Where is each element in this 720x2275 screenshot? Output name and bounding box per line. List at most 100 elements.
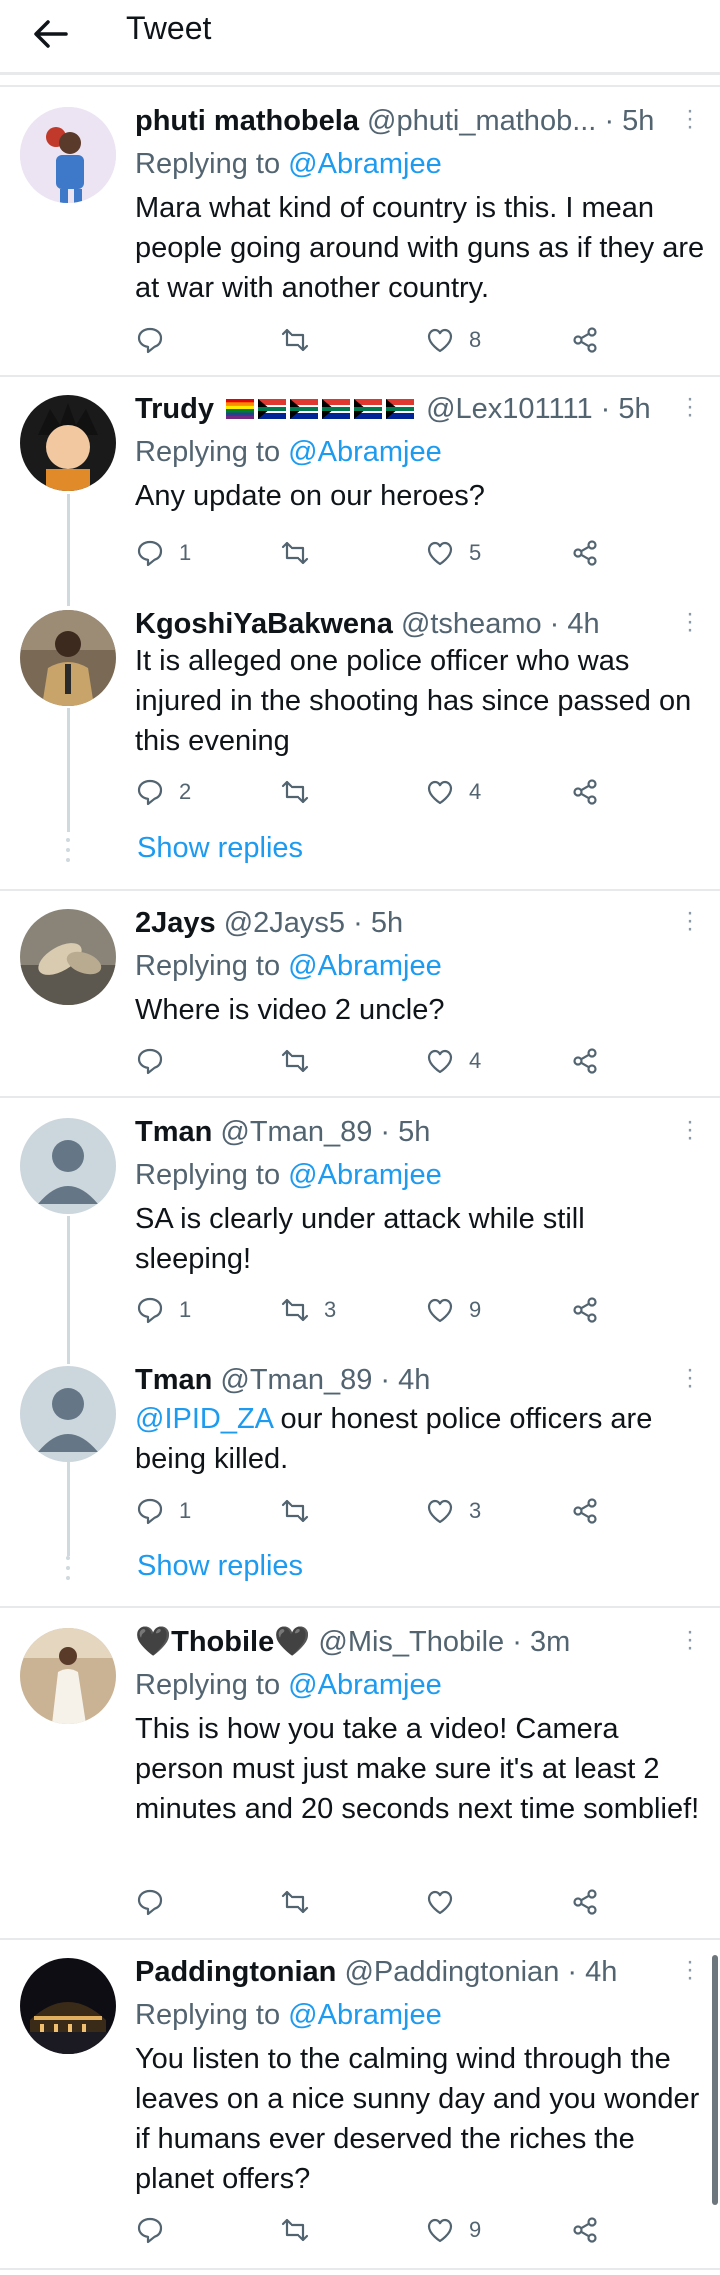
tweet[interactable]: Paddingtonian @Paddingtonian · 4h · · · Re… — [0, 1940, 720, 2270]
like-button[interactable]: 5 — [425, 535, 481, 571]
more-vertical-icon[interactable]: · · · — [684, 901, 696, 941]
timestamp: · 5h — [600, 393, 651, 425]
avatar[interactable] — [20, 1958, 116, 2054]
author-handle[interactable]: @tsheamo — [401, 608, 542, 640]
retweet-button[interactable]: 3 — [280, 1292, 336, 1328]
author-handle[interactable]: @Tman_89 — [220, 1116, 372, 1148]
retweet-button[interactable] — [280, 774, 324, 810]
avatar[interactable] — [20, 1118, 116, 1214]
author-name[interactable]: 🖤Thobile🖤 — [135, 1626, 310, 1658]
retweet-button[interactable] — [280, 535, 324, 571]
retweet-button[interactable] — [280, 322, 324, 358]
share-button[interactable] — [570, 774, 600, 810]
reply-icon — [135, 1887, 165, 1917]
avatar[interactable] — [20, 1628, 116, 1724]
tweet-actions: 8 — [135, 322, 615, 358]
more-vertical-icon[interactable]: · · · — [684, 1358, 696, 1398]
mention-link[interactable]: @IPID_ZA — [135, 1403, 272, 1435]
like-button[interactable] — [425, 1884, 469, 1920]
more-vertical-icon[interactable]: · · · — [684, 99, 696, 139]
like-button[interactable]: 8 — [425, 322, 481, 358]
mention-link[interactable]: @Abramjee — [288, 950, 442, 982]
tweet[interactable]: 2Jays @2Jays5 · 5h · · · Replying to @Abra… — [0, 891, 720, 1096]
avatar[interactable] — [20, 610, 116, 706]
avatar[interactable] — [20, 909, 116, 1005]
mention-link[interactable]: @Abramjee — [288, 436, 442, 468]
like-button[interactable]: 4 — [425, 774, 481, 810]
author-name[interactable]: Tman — [135, 1364, 212, 1396]
show-replies-link[interactable]: Show replies — [137, 1548, 303, 1584]
tweet[interactable]: phuti mathobela @phuti_mathob... · 5h · ·… — [0, 85, 720, 375]
more-vertical-icon[interactable]: · · · — [684, 1110, 696, 1150]
author-name[interactable]: Paddingtonian — [135, 1956, 336, 1988]
reply-button[interactable] — [135, 2212, 179, 2248]
tweet[interactable]: 🖤Thobile🖤 @Mis_Thobile · 3m · · · Replying… — [0, 1608, 720, 1938]
author-handle[interactable]: @phuti_mathob... — [367, 105, 596, 137]
tweet-text: Where is video 2 uncle? — [135, 994, 445, 1026]
author-handle[interactable]: @Mis_Thobile — [318, 1626, 504, 1658]
tweet-text: @IPID_ZA our honest police officers are … — [135, 1403, 653, 1475]
like-button[interactable]: 3 — [425, 1493, 481, 1529]
mention-link[interactable]: @Abramjee — [288, 1159, 442, 1191]
reply-icon — [135, 777, 165, 807]
author-name[interactable]: Trudy — [135, 393, 214, 425]
avatar[interactable] — [20, 395, 116, 491]
divider — [0, 2268, 720, 2270]
tweet[interactable]: Tman @Tman_89 · 5h · · · Replying to @Abra… — [0, 1098, 720, 1353]
like-button[interactable]: 4 — [425, 1043, 481, 1079]
retweet-button[interactable] — [280, 1043, 324, 1079]
retweet-button[interactable] — [280, 1493, 324, 1529]
author-name[interactable]: KgoshiYaBakwena — [135, 608, 393, 640]
scrollbar[interactable] — [712, 1955, 718, 2205]
tweet-actions: 4 — [135, 1043, 615, 1079]
show-replies-link[interactable]: Show replies — [137, 830, 303, 866]
share-button[interactable] — [570, 1884, 600, 1920]
reply-button[interactable]: 2 — [135, 774, 191, 810]
replying-to: Replying to @Abramjee — [135, 148, 442, 180]
share-button[interactable] — [570, 1493, 600, 1529]
more-vertical-icon[interactable]: · · · — [684, 602, 696, 642]
tweet-actions: 1 3 9 — [135, 1292, 615, 1328]
author-handle[interactable]: @Paddingtonian — [344, 1956, 559, 1988]
retweet-button[interactable] — [280, 2212, 324, 2248]
author-handle[interactable]: @Lex101111 — [426, 393, 593, 425]
reply-button[interactable] — [135, 1884, 179, 1920]
like-button[interactable]: 9 — [425, 1292, 481, 1328]
timestamp: · 5h — [353, 907, 404, 939]
tweet-text: It is alleged one police officer who was… — [135, 645, 692, 757]
tweet[interactable]: KgoshiYaBakwena @tsheamo · 4h · · · It is … — [0, 597, 720, 837]
share-button[interactable] — [570, 322, 600, 358]
reply-button[interactable]: 1 — [135, 1493, 191, 1529]
retweet-icon — [280, 325, 310, 355]
more-vertical-icon[interactable]: · · · — [684, 1620, 696, 1660]
retweet-button[interactable] — [280, 1884, 324, 1920]
top-bar: Tweet — [0, 0, 720, 72]
share-button[interactable] — [570, 1292, 600, 1328]
share-button[interactable] — [570, 1043, 600, 1079]
replying-to: Replying to @Abramjee — [135, 1159, 442, 1191]
reply-button[interactable] — [135, 1043, 179, 1079]
mention-link[interactable]: @Abramjee — [288, 1999, 442, 2031]
mention-link[interactable]: @Abramjee — [288, 1669, 442, 1701]
share-button[interactable] — [570, 2212, 600, 2248]
more-vertical-icon[interactable]: · · · — [684, 1950, 696, 1990]
arrow-left-icon[interactable] — [28, 12, 72, 56]
reply-button[interactable] — [135, 322, 179, 358]
tweet[interactable]: Tman @Tman_89 · 4h · · · @IPID_ZA our hone… — [0, 1353, 720, 1548]
author-name[interactable]: 2Jays — [135, 907, 216, 939]
mention-link[interactable]: @Abramjee — [288, 148, 442, 180]
tweet[interactable]: Trudy @Lex101111 · 5h · · · Replying to @A… — [0, 377, 720, 597]
share-button[interactable] — [570, 535, 600, 571]
avatar[interactable] — [20, 1366, 116, 1462]
author-handle[interactable]: @2Jays5 — [224, 907, 345, 939]
author-name[interactable]: Tman — [135, 1116, 212, 1148]
more-vertical-icon[interactable]: · · · — [684, 387, 696, 427]
reply-button[interactable]: 1 — [135, 535, 191, 571]
author-handle[interactable]: @Tman_89 — [220, 1364, 372, 1396]
author-name[interactable]: phuti mathobela — [135, 105, 359, 137]
tweet-text: SA is clearly under attack while still s… — [135, 1203, 585, 1275]
tweet-actions: 2 4 — [135, 774, 615, 810]
avatar[interactable] — [20, 107, 116, 203]
like-button[interactable]: 9 — [425, 2212, 481, 2248]
reply-button[interactable]: 1 — [135, 1292, 191, 1328]
